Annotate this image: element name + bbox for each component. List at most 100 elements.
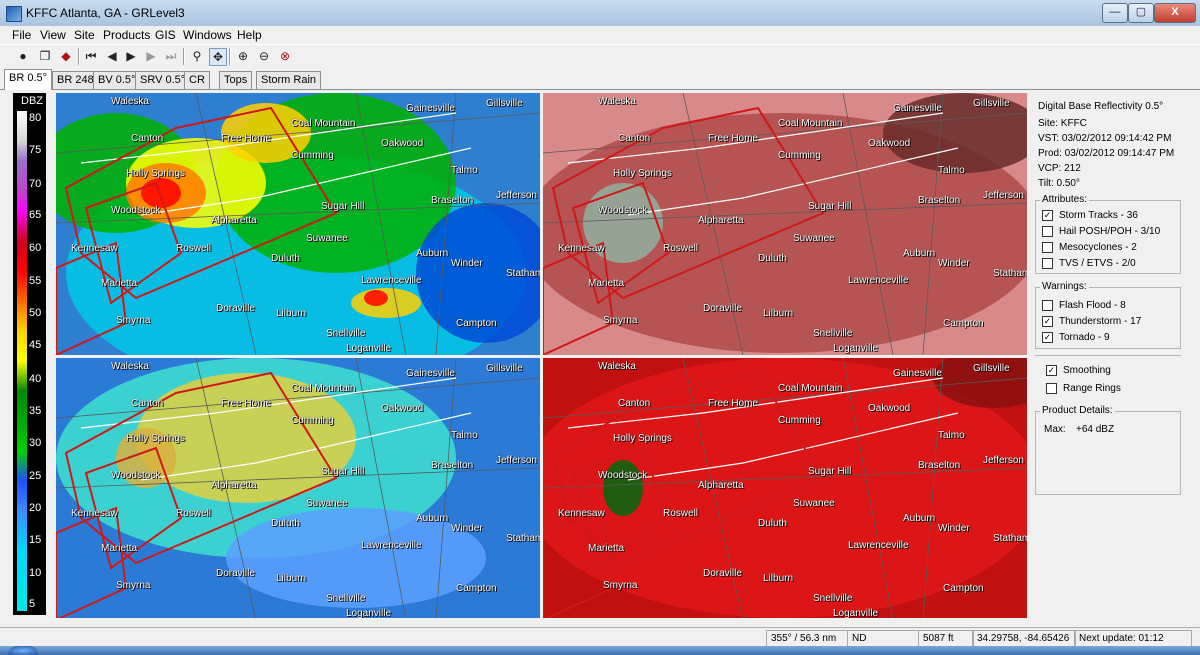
- city-label: Smyrna: [116, 580, 151, 591]
- tab-srv-0-5[interactable]: SRV 0.5°: [135, 71, 191, 89]
- tab-bv-0-5[interactable]: BV 0.5°: [93, 71, 141, 89]
- city-label: Sugar Hill: [808, 201, 852, 212]
- zoom-out-icon[interactable]: ⊖: [256, 48, 272, 64]
- city-label: Canton: [131, 133, 164, 144]
- menu-gis[interactable]: GIS: [155, 28, 176, 42]
- menu-file[interactable]: File: [12, 28, 31, 42]
- city-label: Free Home: [221, 398, 272, 409]
- last-frame-icon[interactable]: ⏭: [163, 48, 179, 64]
- city-label: Doraville: [703, 568, 742, 579]
- checkbox-range-rings[interactable]: Range Rings: [1046, 383, 1121, 394]
- checkbox-thunderstorm[interactable]: ✓ Thunderstorm - 17: [1042, 316, 1141, 327]
- colorbar-tick: 65: [29, 209, 42, 221]
- city-label: Doraville: [216, 303, 255, 314]
- menu-site[interactable]: Site: [74, 28, 95, 42]
- azimuth-readout: 355° / 56.3 nm: [766, 630, 848, 647]
- next-frame-icon[interactable]: ▶: [143, 48, 159, 64]
- zoom-icon[interactable]: ⚲: [189, 48, 205, 64]
- city-label: Gainesville: [406, 368, 455, 379]
- product-name: Digital Base Reflectivity 0.5°: [1038, 101, 1164, 112]
- first-frame-icon[interactable]: ⏮: [83, 48, 99, 64]
- colorbar-tick: 75: [29, 144, 42, 156]
- checkbox-hail[interactable]: Hail POSH/POH - 3/10: [1042, 226, 1160, 237]
- city-label: Lilburn: [763, 308, 794, 319]
- radar-panel-storm-relative[interactable]: Waleska Gainesville Gillsville Canton Free H…: [543, 358, 1027, 618]
- radar-panel-composite[interactable]: Waleska Gainesville Gillsville Canton Free H…: [56, 358, 540, 618]
- city-label: Alpharetta: [211, 480, 257, 491]
- checkbox-smoothing[interactable]: ✓ Smoothing: [1046, 365, 1111, 376]
- city-label: Kennesaw: [558, 508, 605, 519]
- coords-readout: 34.29758, -84.65426: [972, 630, 1076, 647]
- city-label: Talmo: [938, 430, 965, 441]
- checkbox-tornado[interactable]: ✓ Tornado - 9: [1042, 332, 1110, 343]
- menu-help[interactable]: Help: [237, 28, 262, 42]
- minimize-button[interactable]: —: [1102, 3, 1128, 23]
- colorbar-label: DBZ: [21, 95, 43, 107]
- maximize-button[interactable]: ▢: [1128, 3, 1154, 23]
- start-button[interactable]: [8, 646, 38, 655]
- checkbox-label: Thunderstorm - 17: [1059, 316, 1142, 328]
- checkbox-box: ✓: [1042, 316, 1053, 327]
- checkbox-tvs[interactable]: TVS / ETVS - 2/0: [1042, 258, 1136, 269]
- copy-icon[interactable]: ❐: [37, 48, 53, 64]
- city-label: Gainesville: [893, 103, 942, 114]
- warning-tool-icon[interactable]: ◆: [58, 48, 74, 64]
- city-label: Roswell: [176, 243, 212, 254]
- reflectivity-echo: [364, 290, 388, 306]
- city-label: Lawrenceville: [848, 275, 909, 286]
- checkbox-storm-tracks[interactable]: ✓ Storm Tracks - 36: [1042, 210, 1138, 221]
- city-label: Sugar Hill: [321, 201, 365, 212]
- app-icon: [6, 6, 22, 22]
- checkbox-mesocyclones[interactable]: Mesocyclones - 2: [1042, 242, 1137, 253]
- tab-tops[interactable]: Tops: [219, 71, 253, 89]
- city-label: Loganville: [346, 343, 392, 354]
- zoom-reset-icon[interactable]: ⊗: [277, 48, 293, 64]
- city-label: Loganville: [346, 608, 392, 618]
- menu-products[interactable]: Products: [103, 28, 150, 42]
- checkbox-label: Flash Flood - 8: [1059, 300, 1126, 312]
- tab-storm-rain[interactable]: Storm Rain: [256, 71, 322, 89]
- zoom-in-icon[interactable]: ⊕: [235, 48, 251, 64]
- city-label: Braselton: [918, 195, 961, 206]
- colorbar-tick: 25: [29, 470, 42, 482]
- city-label: Jefferson: [983, 455, 1024, 466]
- checkbox-flash-flood[interactable]: Flash Flood - 8: [1042, 300, 1126, 311]
- radar-panel-velocity[interactable]: Waleska Gainesville Gillsville Canton Free H…: [543, 93, 1027, 355]
- tab-cr[interactable]: CR: [184, 71, 210, 89]
- city-label: Auburn: [416, 248, 449, 259]
- city-label: Coal Mountain: [778, 118, 843, 129]
- city-label: Holly Springs: [126, 168, 185, 179]
- vst-label: VST: 03/02/2012 09:14:42 PM: [1038, 133, 1172, 144]
- tab-br-0-5[interactable]: BR 0.5°: [4, 69, 53, 90]
- city-label: Coal Mountain: [778, 383, 843, 394]
- play-icon[interactable]: ▶: [123, 48, 139, 64]
- city-label: Doraville: [216, 568, 255, 579]
- city-label: Oakwood: [381, 138, 424, 149]
- city-label: Campton: [943, 318, 984, 329]
- tilt-label: Tilt: 0.50°: [1038, 178, 1080, 189]
- city-label: Roswell: [663, 243, 699, 254]
- city-label: Cumming: [291, 150, 334, 161]
- city-label: Gainesville: [893, 368, 942, 379]
- record-icon[interactable]: ●: [15, 48, 31, 64]
- city-label: Woodstock: [598, 470, 648, 481]
- menu-windows[interactable]: Windows: [183, 28, 232, 42]
- prod-label: Prod: 03/02/2012 09:14:47 PM: [1038, 148, 1175, 159]
- city-label: Holly Springs: [613, 433, 672, 444]
- checkbox-label: Hail POSH/POH - 3/10: [1059, 226, 1161, 238]
- radar-panel-reflectivity[interactable]: Waleska Gainesville Gillsville Canton Free H…: [56, 93, 540, 355]
- product-details-group: Product Details: Max: +64 dBZ: [1035, 405, 1181, 495]
- tab-br-248[interactable]: BR 248: [52, 71, 99, 89]
- city-label: Kennesaw: [558, 243, 605, 254]
- menu-view[interactable]: View: [40, 28, 66, 42]
- checkbox-box: [1042, 242, 1053, 253]
- previous-frame-icon[interactable]: ◀: [104, 48, 120, 64]
- checkbox-box: ✓: [1042, 332, 1053, 343]
- city-label: Canton: [618, 398, 651, 409]
- city-label: Sugar Hill: [808, 466, 852, 477]
- city-label: Roswell: [176, 508, 212, 519]
- checkbox-box: ✓: [1046, 365, 1057, 376]
- pan-icon[interactable]: ✥: [209, 48, 227, 66]
- checkbox-box: [1042, 258, 1053, 269]
- close-button[interactable]: X: [1154, 3, 1196, 23]
